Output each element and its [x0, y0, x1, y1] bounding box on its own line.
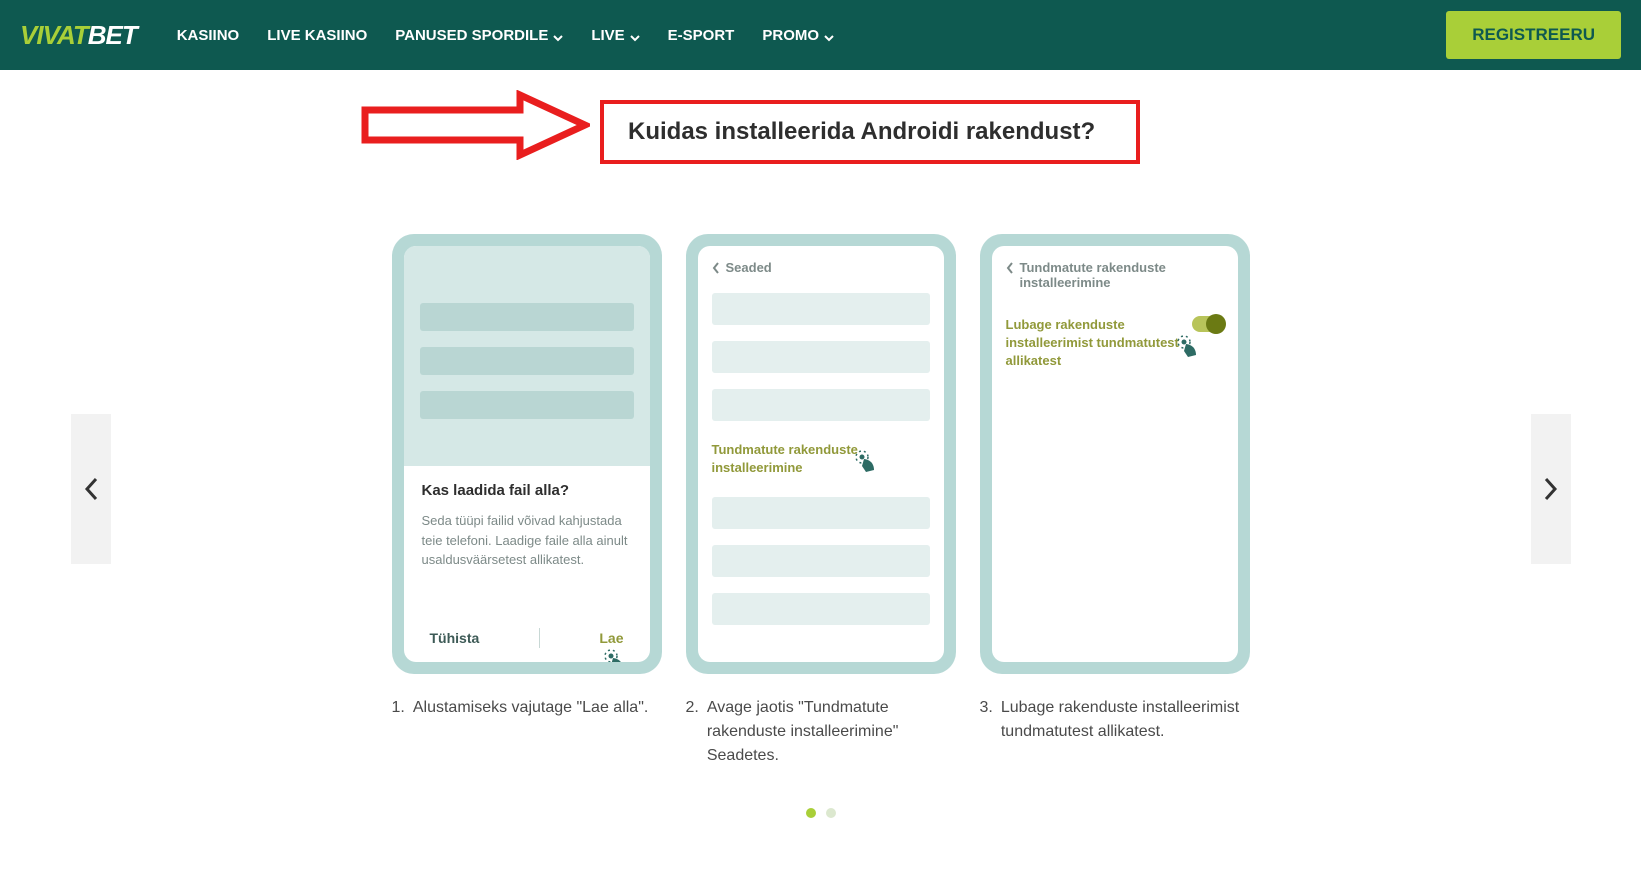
- phone-mock-2: Seaded Tundmatute rakenduste installeeri…: [686, 234, 956, 674]
- logo-part1: VIVAT: [20, 20, 88, 50]
- carousel-dot-2[interactable]: [826, 808, 836, 818]
- install-header[interactable]: Tundmatute rakenduste installeerimine: [1006, 260, 1224, 290]
- page-title: Kuidas installeerida Androidi rakendust?: [628, 118, 1112, 146]
- phone-mock-1: Kas laadida fail alla? Seda tüüpi failid…: [392, 234, 662, 674]
- chevron-left-icon: [712, 262, 720, 274]
- dialog-separator: [539, 628, 540, 648]
- caption-text: Lubage rakenduste installeerimist tundma…: [1001, 696, 1250, 744]
- dialog-cancel-button[interactable]: Tühista: [430, 630, 480, 646]
- settings-list: Tundmatute rakenduste installeerimine: [712, 293, 930, 625]
- dialog-load-button[interactable]: Lae: [599, 630, 623, 646]
- tap-hand-icon: [852, 449, 880, 477]
- header-bar: VIVATBET KASIINO LIVE KASIINO PANUSED SP…: [0, 0, 1641, 70]
- caption-number: 3.: [980, 696, 993, 744]
- chevron-left-icon: [84, 477, 98, 501]
- step-card-1: Kas laadida fail alla? Seda tüüpi failid…: [392, 234, 662, 768]
- logo[interactable]: VIVATBET: [20, 20, 137, 51]
- nav-label: LIVE KASIINO: [267, 27, 367, 44]
- skeleton-line: [712, 293, 930, 325]
- caption-number: 2.: [686, 696, 699, 768]
- allow-install-text: Lubage rakenduste installeerimist tundma…: [1006, 316, 1182, 371]
- phone-screen: Tundmatute rakenduste installeerimine Lu…: [992, 246, 1238, 662]
- step-caption-1: 1. Alustamiseks vajutage "Lae alla".: [392, 696, 662, 720]
- title-highlight-box: Kuidas installeerida Androidi rakendust?: [600, 100, 1140, 164]
- allow-install-toggle[interactable]: [1192, 316, 1224, 332]
- nav-live[interactable]: LIVE: [591, 27, 639, 44]
- nav-label: PROMO: [762, 27, 819, 44]
- nav-esport[interactable]: E-SPORT: [668, 27, 735, 44]
- option-label: Tundmatute rakenduste installeerimine: [712, 442, 858, 475]
- step-card-2: Seaded Tundmatute rakenduste installeeri…: [686, 234, 956, 768]
- nav-kasiino[interactable]: KASIINO: [177, 27, 240, 44]
- skeleton-line: [712, 497, 930, 529]
- main-nav: KASIINO LIVE KASIINO PANUSED SPORDILE LI…: [177, 27, 834, 44]
- caption-text: Alustamiseks vajutage "Lae alla".: [413, 696, 648, 720]
- skeleton-line: [712, 593, 930, 625]
- tap-hand-icon: [1174, 334, 1202, 362]
- carousel-dots: [131, 808, 1511, 818]
- step-card-3: Tundmatute rakenduste installeerimine Lu…: [980, 234, 1250, 768]
- phone-mock-3: Tundmatute rakenduste installeerimine Lu…: [980, 234, 1250, 674]
- nav-label: PANUSED SPORDILE: [395, 27, 548, 44]
- chevron-right-icon: [1544, 477, 1558, 501]
- dialog-load-label: Lae: [599, 630, 623, 646]
- cards-row: Kas laadida fail alla? Seda tüüpi failid…: [131, 234, 1511, 768]
- main-content: Kuidas installeerida Androidi rakendust?: [0, 70, 1641, 818]
- skeleton-line: [712, 341, 930, 373]
- phone-screen: Kas laadida fail alla? Seda tüüpi failid…: [404, 246, 650, 662]
- allow-install-label: Lubage rakenduste installeerimist tundma…: [1006, 317, 1179, 368]
- nav-promo[interactable]: PROMO: [762, 27, 834, 44]
- chevron-down-icon: [824, 30, 834, 40]
- chevron-left-icon: [1006, 262, 1014, 274]
- phone-screen: Seaded Tundmatute rakenduste installeeri…: [698, 246, 944, 662]
- phone1-background: [404, 246, 650, 466]
- nav-label: LIVE: [591, 27, 624, 44]
- dialog-title: Kas laadida fail alla?: [422, 482, 632, 499]
- dialog-actions: Tühista Lae: [418, 620, 636, 648]
- skeleton-line: [420, 303, 634, 331]
- step-caption-2: 2. Avage jaotis "Tundmatute rakenduste i…: [686, 696, 956, 768]
- chevron-down-icon: [630, 30, 640, 40]
- chevron-down-icon: [553, 30, 563, 40]
- unknown-sources-option[interactable]: Tundmatute rakenduste installeerimine: [712, 437, 930, 481]
- logo-part2: BET: [88, 20, 137, 50]
- skeleton-line: [420, 391, 634, 419]
- nav-label: E-SPORT: [668, 27, 735, 44]
- nav-live-kasiino[interactable]: LIVE KASIINO: [267, 27, 367, 44]
- carousel-dot-1[interactable]: [806, 808, 816, 818]
- tap-hand-icon: [601, 648, 629, 662]
- nav-panused-spordile[interactable]: PANUSED SPORDILE: [395, 27, 563, 44]
- nav-label: KASIINO: [177, 27, 240, 44]
- register-button[interactable]: REGISTREERU: [1446, 11, 1621, 59]
- download-dialog: Kas laadida fail alla? Seda tüüpi failid…: [418, 466, 636, 570]
- carousel-prev-button[interactable]: [71, 414, 111, 564]
- dialog-body: Seda tüüpi failid võivad kahjustada teie…: [422, 511, 632, 570]
- caption-text: Avage jaotis "Tundmatute rakenduste inst…: [707, 696, 956, 768]
- header-left: VIVATBET KASIINO LIVE KASIINO PANUSED SP…: [20, 20, 834, 51]
- step-caption-3: 3. Lubage rakenduste installeerimist tun…: [980, 696, 1250, 744]
- settings-header[interactable]: Seaded: [712, 260, 930, 275]
- install-header-label: Tundmatute rakenduste installeerimine: [1020, 260, 1224, 290]
- annotation-arrow-icon: [360, 90, 590, 160]
- caption-number: 1.: [392, 696, 405, 720]
- skeleton-line: [712, 545, 930, 577]
- carousel: Kas laadida fail alla? Seda tüüpi failid…: [71, 234, 1571, 818]
- skeleton-line: [420, 347, 634, 375]
- skeleton-line: [712, 389, 930, 421]
- settings-header-label: Seaded: [726, 260, 772, 275]
- allow-install-row: Lubage rakenduste installeerimist tundma…: [1006, 316, 1224, 371]
- carousel-next-button[interactable]: [1531, 414, 1571, 564]
